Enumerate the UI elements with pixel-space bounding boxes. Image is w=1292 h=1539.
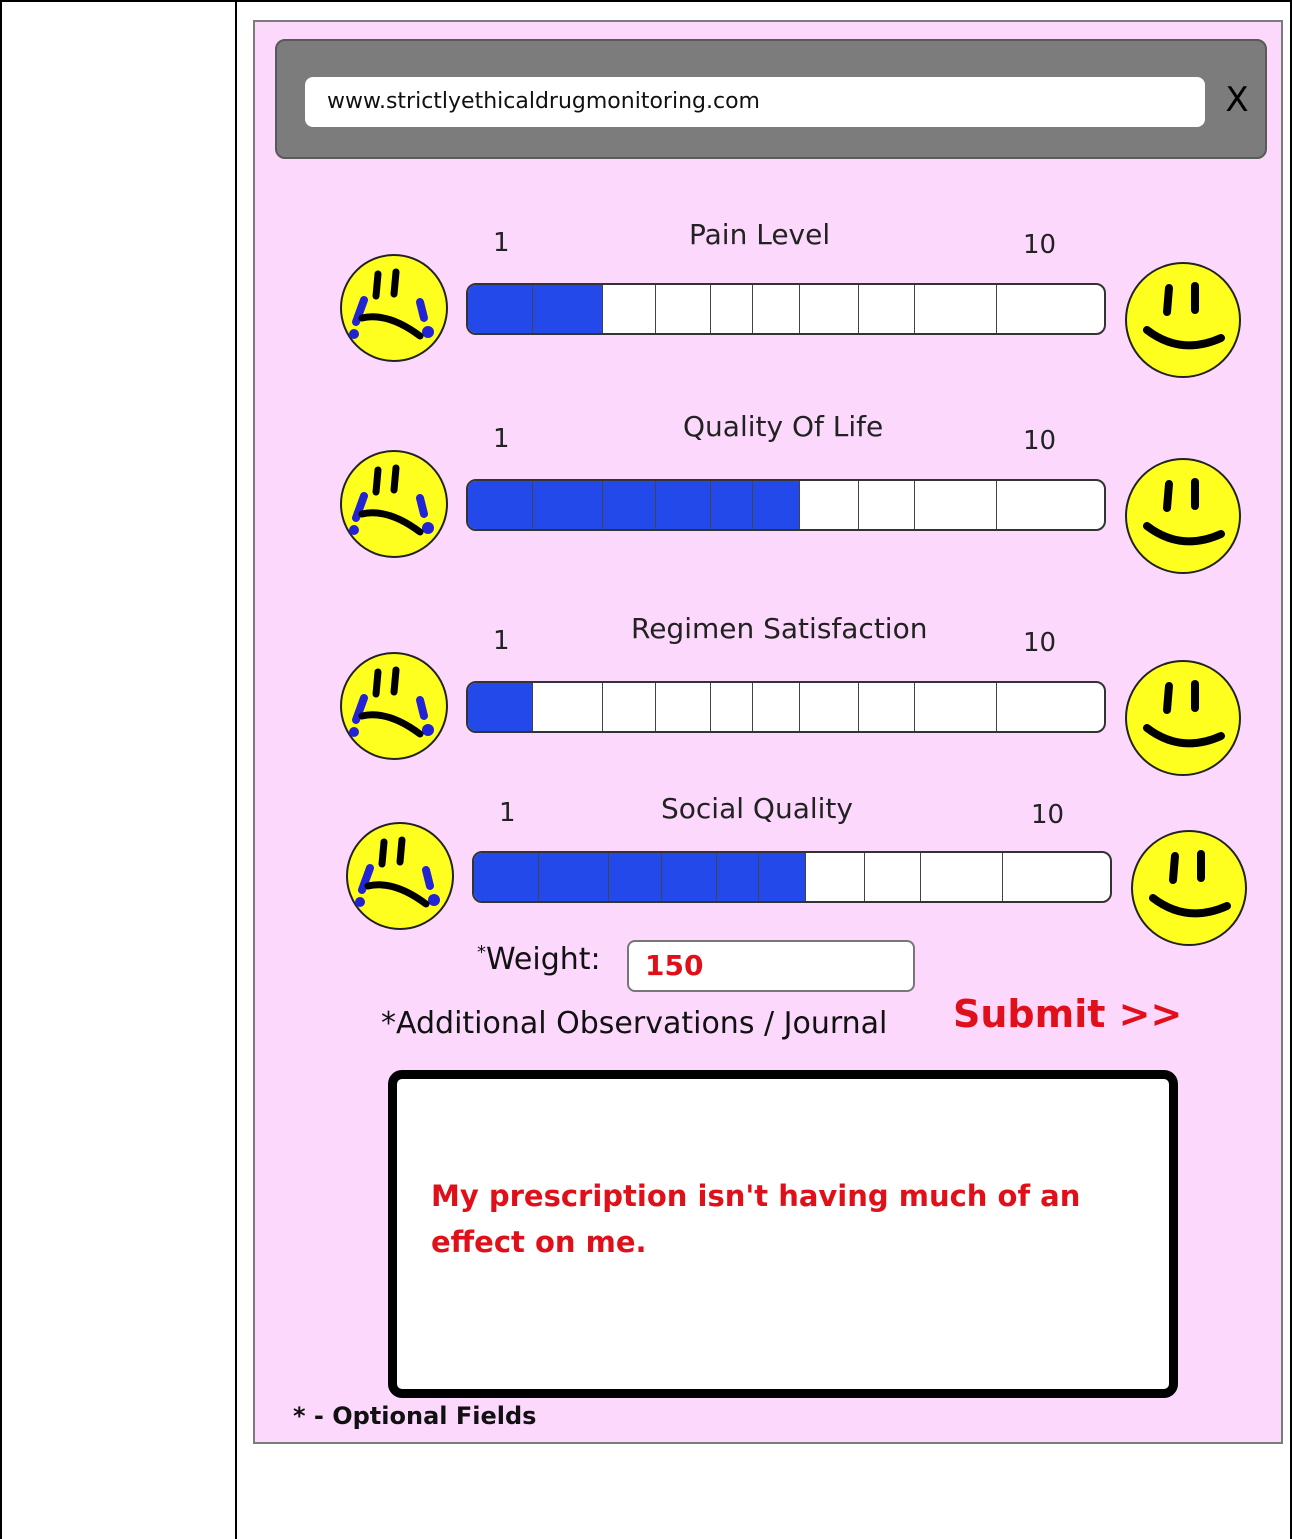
- observations-label: *Additional Observations / Journal: [381, 1006, 888, 1041]
- table-border-top: [0, 0, 1292, 2]
- slider-tick: [538, 853, 539, 901]
- sad-face-icon: [338, 252, 450, 364]
- slider-label: Regimen Satisfaction: [631, 612, 928, 645]
- happy-face-icon: [1123, 658, 1243, 778]
- rating-slider[interactable]: [466, 681, 1106, 733]
- slider-min-label: 1: [493, 228, 510, 258]
- slider-label: Pain Level: [689, 218, 831, 251]
- weight-label-text: Weight:: [486, 942, 601, 977]
- slider-fill: [468, 285, 602, 333]
- slider-tick: [532, 285, 533, 333]
- slider-tick: [716, 853, 717, 901]
- slider-tick: [710, 683, 711, 731]
- slider-fill: [468, 683, 532, 731]
- slider-tick: [1002, 853, 1003, 901]
- slider-tick: [752, 285, 753, 333]
- slider-tick: [858, 481, 859, 529]
- slider-fill: [468, 481, 799, 529]
- slider-label: Social Quality: [661, 792, 853, 825]
- slider-tick: [602, 683, 603, 731]
- slider-tick: [758, 853, 759, 901]
- table-border-left: [0, 0, 2, 1539]
- close-button[interactable]: X: [1217, 75, 1257, 125]
- slider-tick: [661, 853, 662, 901]
- optional-fields-note: * - Optional Fields: [293, 1402, 537, 1430]
- slider-max-label: 10: [1031, 800, 1065, 830]
- slider-tick: [532, 683, 533, 731]
- rating-slider[interactable]: [472, 851, 1112, 903]
- weight-input[interactable]: 150: [627, 940, 915, 992]
- form-panel: www.strictlyethicaldrugmonitoring.com X …: [253, 20, 1283, 1444]
- slider-tick: [608, 853, 609, 901]
- browser-bar: www.strictlyethicaldrugmonitoring.com X: [275, 39, 1267, 159]
- slider-tick: [805, 853, 806, 901]
- slider-tick: [655, 285, 656, 333]
- rating-slider[interactable]: [466, 283, 1106, 335]
- journal-textarea[interactable]: My prescription isn't having much of an …: [388, 1070, 1178, 1398]
- slider-tick: [602, 481, 603, 529]
- slider-tick: [920, 853, 921, 901]
- slider-max-label: 10: [1023, 628, 1057, 658]
- slider-tick: [996, 481, 997, 529]
- slider-tick: [532, 481, 533, 529]
- slider-min-label: 1: [493, 424, 510, 454]
- slider-tick: [799, 285, 800, 333]
- slider-tick: [655, 683, 656, 731]
- slider-tick: [914, 285, 915, 333]
- slider-tick: [710, 285, 711, 333]
- table-column-divider: [235, 0, 237, 1539]
- slider-max-label: 10: [1023, 230, 1057, 260]
- slider-label: Quality Of Life: [683, 410, 884, 443]
- slider-fill: [474, 853, 805, 901]
- slider-min-label: 1: [499, 798, 516, 828]
- journal-text: My prescription isn't having much of an …: [431, 1179, 1081, 1259]
- slider-tick: [710, 481, 711, 529]
- rating-slider[interactable]: [466, 479, 1106, 531]
- happy-face-icon: [1129, 828, 1249, 948]
- slider-tick: [602, 285, 603, 333]
- slider-tick: [996, 683, 997, 731]
- url-field[interactable]: www.strictlyethicaldrugmonitoring.com: [305, 77, 1205, 127]
- slider-tick: [864, 853, 865, 901]
- slider-tick: [858, 683, 859, 731]
- slider-tick: [858, 285, 859, 333]
- slider-min-label: 1: [493, 626, 510, 656]
- sad-face-icon: [344, 820, 456, 932]
- slider-tick: [996, 285, 997, 333]
- sad-face-icon: [338, 650, 450, 762]
- slider-max-label: 10: [1023, 426, 1057, 456]
- slider-tick: [752, 481, 753, 529]
- slider-tick: [799, 481, 800, 529]
- slider-tick: [914, 481, 915, 529]
- weight-label: *Weight:: [477, 942, 601, 977]
- weight-required-marker: *: [477, 942, 486, 963]
- submit-button[interactable]: Submit >>: [953, 992, 1182, 1036]
- slider-tick: [914, 683, 915, 731]
- happy-face-icon: [1123, 456, 1243, 576]
- sad-face-icon: [338, 448, 450, 560]
- slider-tick: [655, 481, 656, 529]
- happy-face-icon: [1123, 260, 1243, 380]
- slider-tick: [799, 683, 800, 731]
- slider-tick: [752, 683, 753, 731]
